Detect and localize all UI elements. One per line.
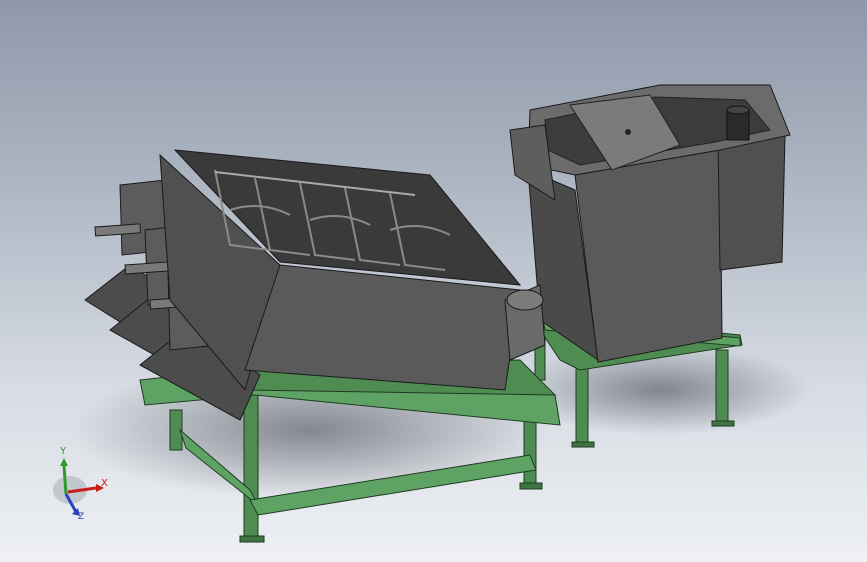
triad-z-label: Z bbox=[78, 512, 85, 522]
tank-side-face bbox=[574, 149, 723, 363]
motor-icon[interactable] bbox=[726, 105, 750, 141]
tank-right-box bbox=[717, 134, 786, 271]
triad-x-label: X bbox=[101, 478, 108, 489]
coordinate-triad bbox=[53, 458, 104, 516]
lid-hole bbox=[625, 129, 631, 135]
y-axis-icon bbox=[62, 465, 68, 495]
housing-side bbox=[244, 264, 521, 391]
cad-viewport[interactable]: X Y Z bbox=[0, 0, 867, 562]
model-view[interactable] bbox=[0, 0, 867, 562]
triad-y-label: Y bbox=[60, 446, 67, 457]
